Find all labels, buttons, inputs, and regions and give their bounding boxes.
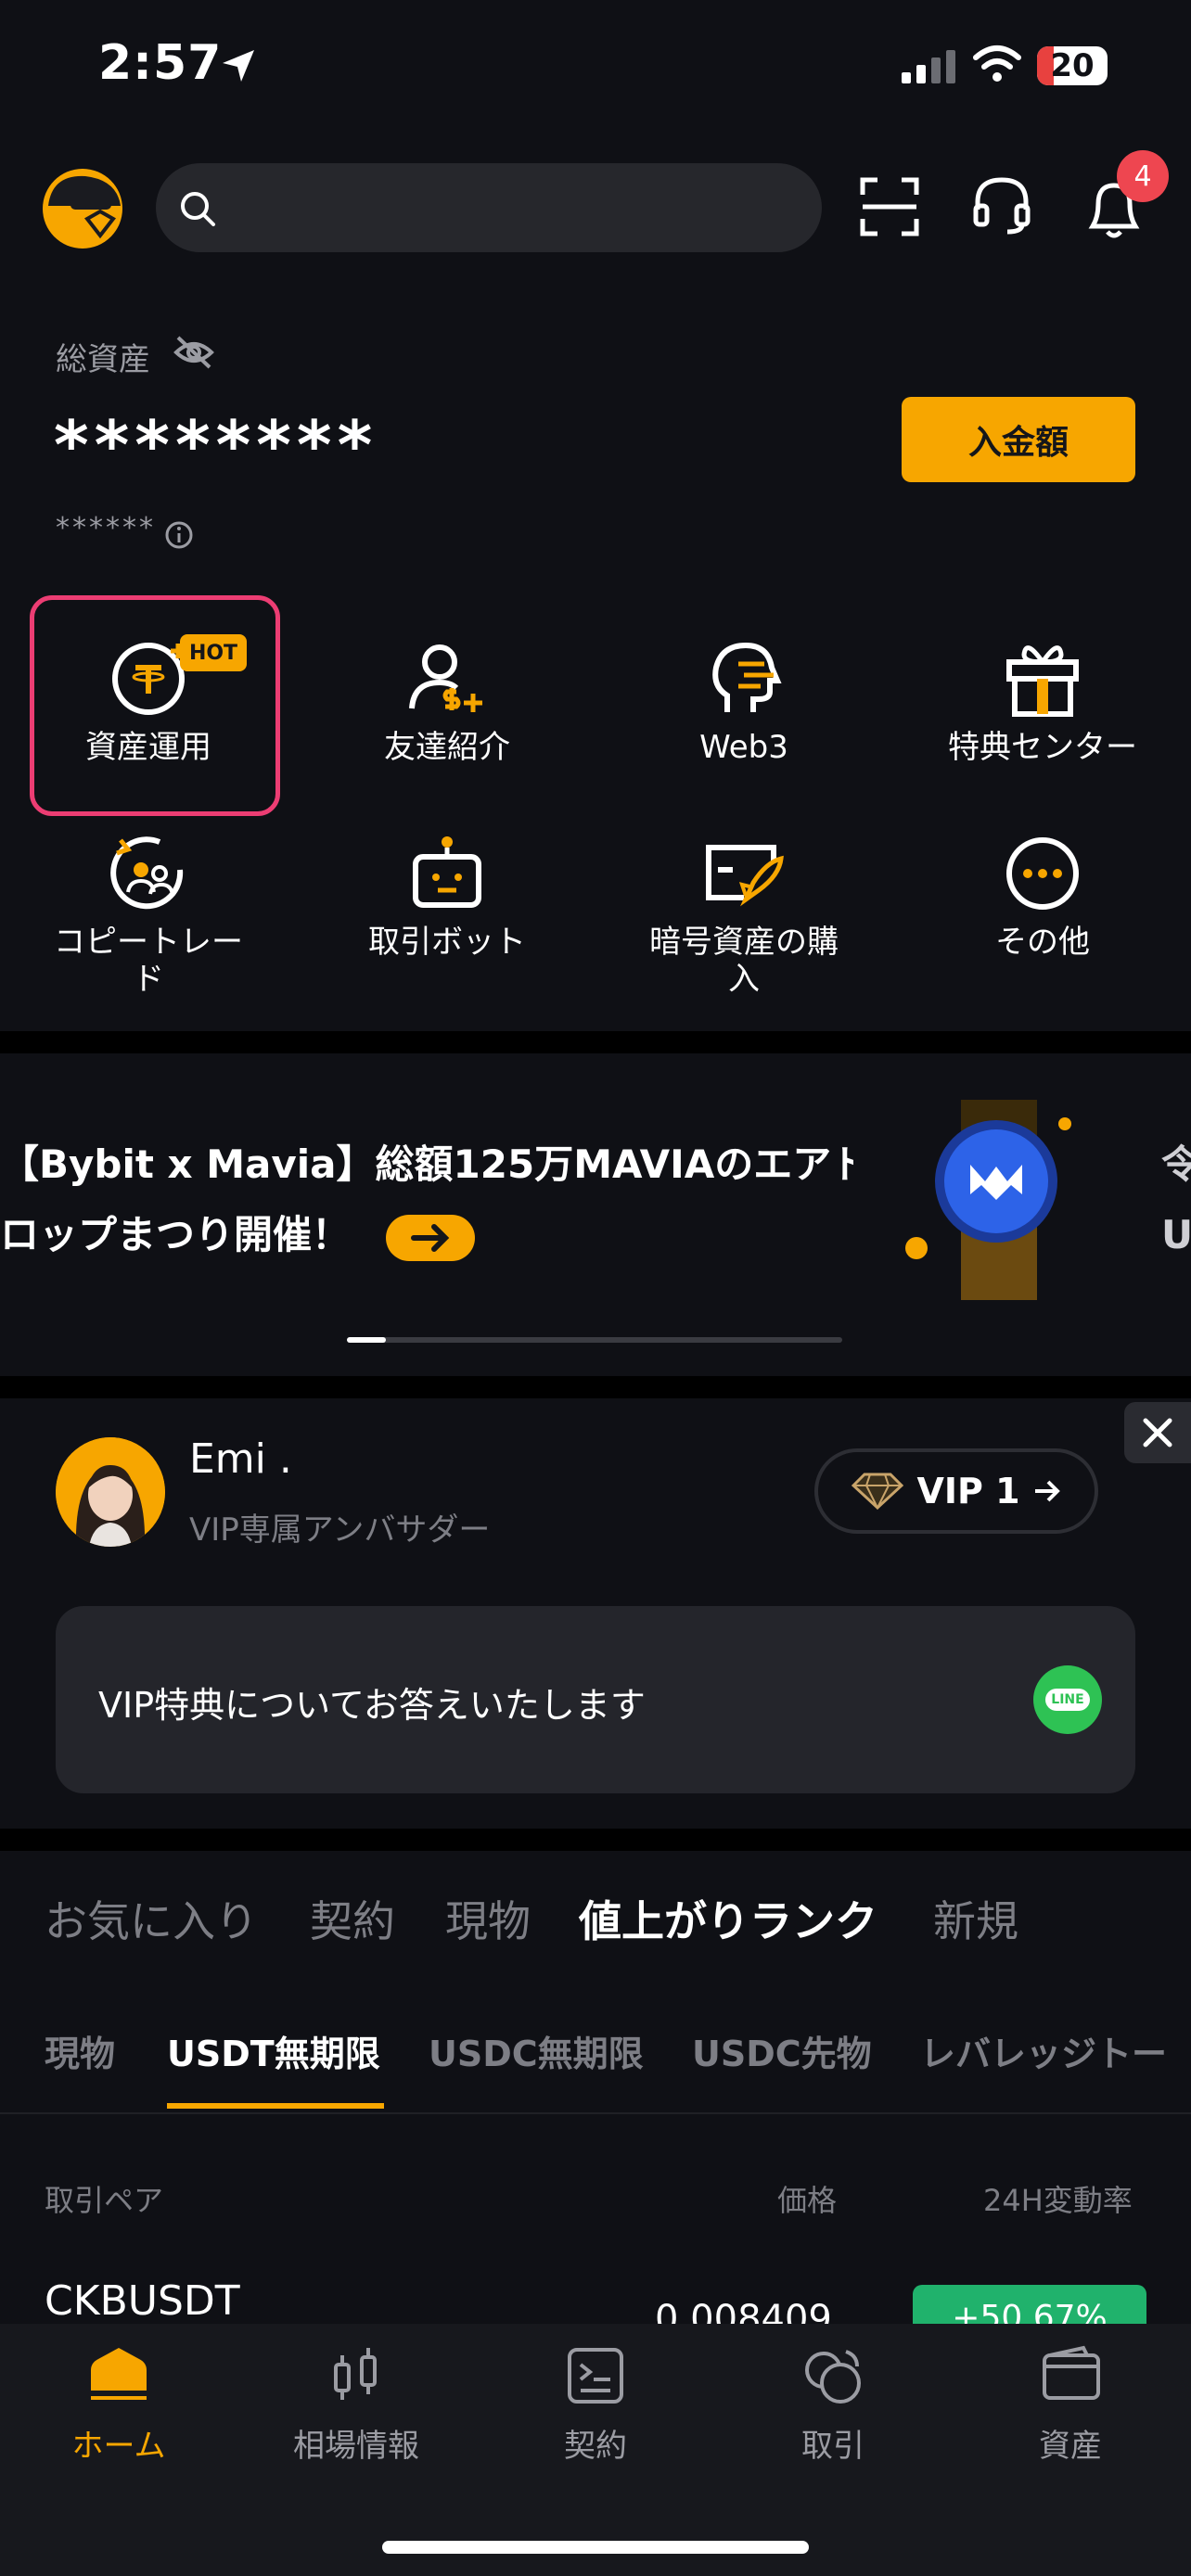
ambassador-name: Emi . [189, 1435, 292, 1483]
location-arrow-icon [223, 50, 254, 82]
copy-trade-icon [110, 836, 184, 910]
mavia-coin-icon [905, 1100, 1071, 1300]
home-icon [91, 2348, 147, 2400]
home-indicator [382, 2541, 809, 2554]
tab-favorites[interactable]: お気に入り [45, 1888, 258, 1949]
grid-item-referral[interactable]: 友達紹介 [299, 634, 596, 766]
deposit-button[interactable]: 入金額 [902, 397, 1135, 482]
avatar[interactable] [43, 169, 122, 249]
tab-spot[interactable]: 現物 [445, 1888, 531, 1949]
ambassador-photo [56, 1437, 165, 1547]
arrow-right-icon [411, 1224, 450, 1252]
search-icon [181, 192, 215, 226]
bot-icon [413, 836, 481, 908]
grid-label-buy-crypto: 暗号資産の購 入 [649, 924, 839, 998]
status-time: 2:57 [98, 35, 223, 91]
scan-icon[interactable] [859, 176, 920, 237]
avatar-face-icon [48, 175, 121, 239]
section-divider [0, 1031, 1191, 1053]
banner-pagination-active [347, 1337, 386, 1343]
banner-line-1: 【Bybit x Mavia】総額125万MAVIAのエアド [0, 1141, 853, 1187]
grid-label-copy-trade: コピートレー ド [54, 924, 243, 998]
grid-label-referral: 友達紹介 [384, 729, 510, 766]
tab-contracts[interactable]: 契約 [310, 1888, 395, 1949]
tabs-divider [0, 2112, 1191, 2114]
gift-icon [1006, 645, 1079, 717]
banner-arrow-button[interactable] [386, 1215, 475, 1261]
search-input[interactable] [156, 163, 822, 252]
grid-item-rewards[interactable]: 特典センター [894, 634, 1191, 766]
grid-item-buy-crypto[interactable]: 暗号資産の購 入 [596, 829, 892, 998]
subtab-leveraged-tokens[interactable]: レバレッジトー [920, 2025, 1191, 2076]
banner-pagination [347, 1337, 842, 1343]
nav-markets-label: 相場情報 [293, 2428, 419, 2465]
wallet-icon [1043, 2345, 1100, 2400]
column-header-pair: 取引ペア [45, 2183, 164, 2218]
grid-item-copy-trade[interactable]: コピートレー ド [0, 829, 297, 998]
nav-home-label: ホーム [71, 2428, 166, 2465]
close-icon [1143, 1418, 1172, 1447]
info-icon[interactable] [163, 519, 195, 551]
contract-terminal-icon [568, 2348, 623, 2404]
arrow-right-icon [1034, 1480, 1060, 1502]
nav-contracts-label: 契約 [564, 2428, 627, 2465]
tab-new[interactable]: 新規 [933, 1888, 1018, 1949]
signal-icon [902, 50, 955, 83]
grid-item-bot[interactable]: 取引ボット [299, 829, 596, 961]
grid-label-earn: 資産運用 [85, 729, 211, 766]
nav-assets[interactable]: 資産 [952, 2342, 1189, 2466]
tab-top-gainers[interactable]: 値上がりランク [579, 1888, 877, 1949]
more-icon [1006, 837, 1079, 910]
support-headset-icon[interactable] [970, 174, 1033, 237]
banner-next-line-2: U [1161, 1212, 1191, 1257]
subtab-usdc-futures[interactable]: USDC先物 [692, 2025, 872, 2076]
row-pair: CKBUSDT [45, 2277, 240, 2325]
vip-level-button[interactable]: VIP 1 [814, 1448, 1098, 1534]
nav-contracts[interactable]: 契約 [477, 2342, 714, 2466]
promo-banner[interactable]: 【Bybit x Mavia】総額125万MAVIAのエアド ロップまつり開催！… [0, 1053, 1191, 1376]
grid-label-rewards: 特典センター [948, 729, 1137, 766]
grid-label-more: その他 [995, 924, 1090, 961]
grid-label-web3: Web3 [699, 729, 788, 766]
nav-assets-label: 資産 [1039, 2428, 1102, 2465]
column-header-change: 24H変動率 [983, 2183, 1133, 2218]
total-assets-value: ******** [54, 406, 378, 484]
grid-item-earn[interactable]: 資産運用 [0, 634, 297, 766]
subtab-spot[interactable]: 現物 [45, 2025, 115, 2076]
line-app-icon[interactable]: LINE [1033, 1665, 1102, 1734]
vip-level-label: VIP 1 [916, 1471, 1020, 1511]
referral-icon [409, 644, 482, 712]
grid-item-more[interactable]: その他 [894, 829, 1191, 961]
hot-badge: HOT [180, 634, 247, 671]
battery-indicator: 20 [1037, 46, 1108, 85]
wifi-icon [973, 45, 1021, 82]
nav-markets[interactable]: 相場情報 [237, 2342, 475, 2466]
nav-trade-label: 取引 [801, 2428, 864, 2465]
trade-exchange-icon [805, 2350, 861, 2404]
candlestick-icon [334, 2348, 377, 2400]
notification-badge: 4 [1117, 150, 1169, 202]
column-header-price: 価格 [777, 2183, 838, 2218]
eye-hidden-icon[interactable] [173, 334, 215, 371]
grid-label-bot: 取引ボット [368, 924, 526, 961]
nav-home[interactable]: ホーム [0, 2342, 237, 2466]
section-divider [0, 1829, 1191, 1851]
subtab-usdt-perpetual[interactable]: USDT無期限 [167, 2025, 380, 2076]
grid-item-web3[interactable]: Web3 [596, 634, 892, 766]
subtab-usdc-perpetual[interactable]: USDC無期限 [429, 2025, 644, 2076]
ambassador-avatar [56, 1437, 165, 1547]
nav-trade[interactable]: 取引 [714, 2342, 952, 2466]
section-divider [0, 1376, 1191, 1398]
close-vip-card-button[interactable] [1124, 1402, 1191, 1463]
total-assets-label: 総資産 [56, 341, 150, 378]
buy-crypto-icon [706, 845, 784, 907]
subtab-active-indicator [167, 2103, 384, 2109]
ambassador-role: VIP専属アンバサダー [189, 1511, 491, 1549]
diamond-icon [852, 1473, 904, 1511]
web3-icon [712, 642, 782, 712]
line-icon-label: LINE [1045, 1689, 1090, 1711]
banner-next-line-1: 令 [1161, 1141, 1191, 1187]
assets-sub-value: ****** [56, 512, 156, 544]
vip-message-text: VIP特典についてお答えいたします [98, 1685, 646, 1726]
